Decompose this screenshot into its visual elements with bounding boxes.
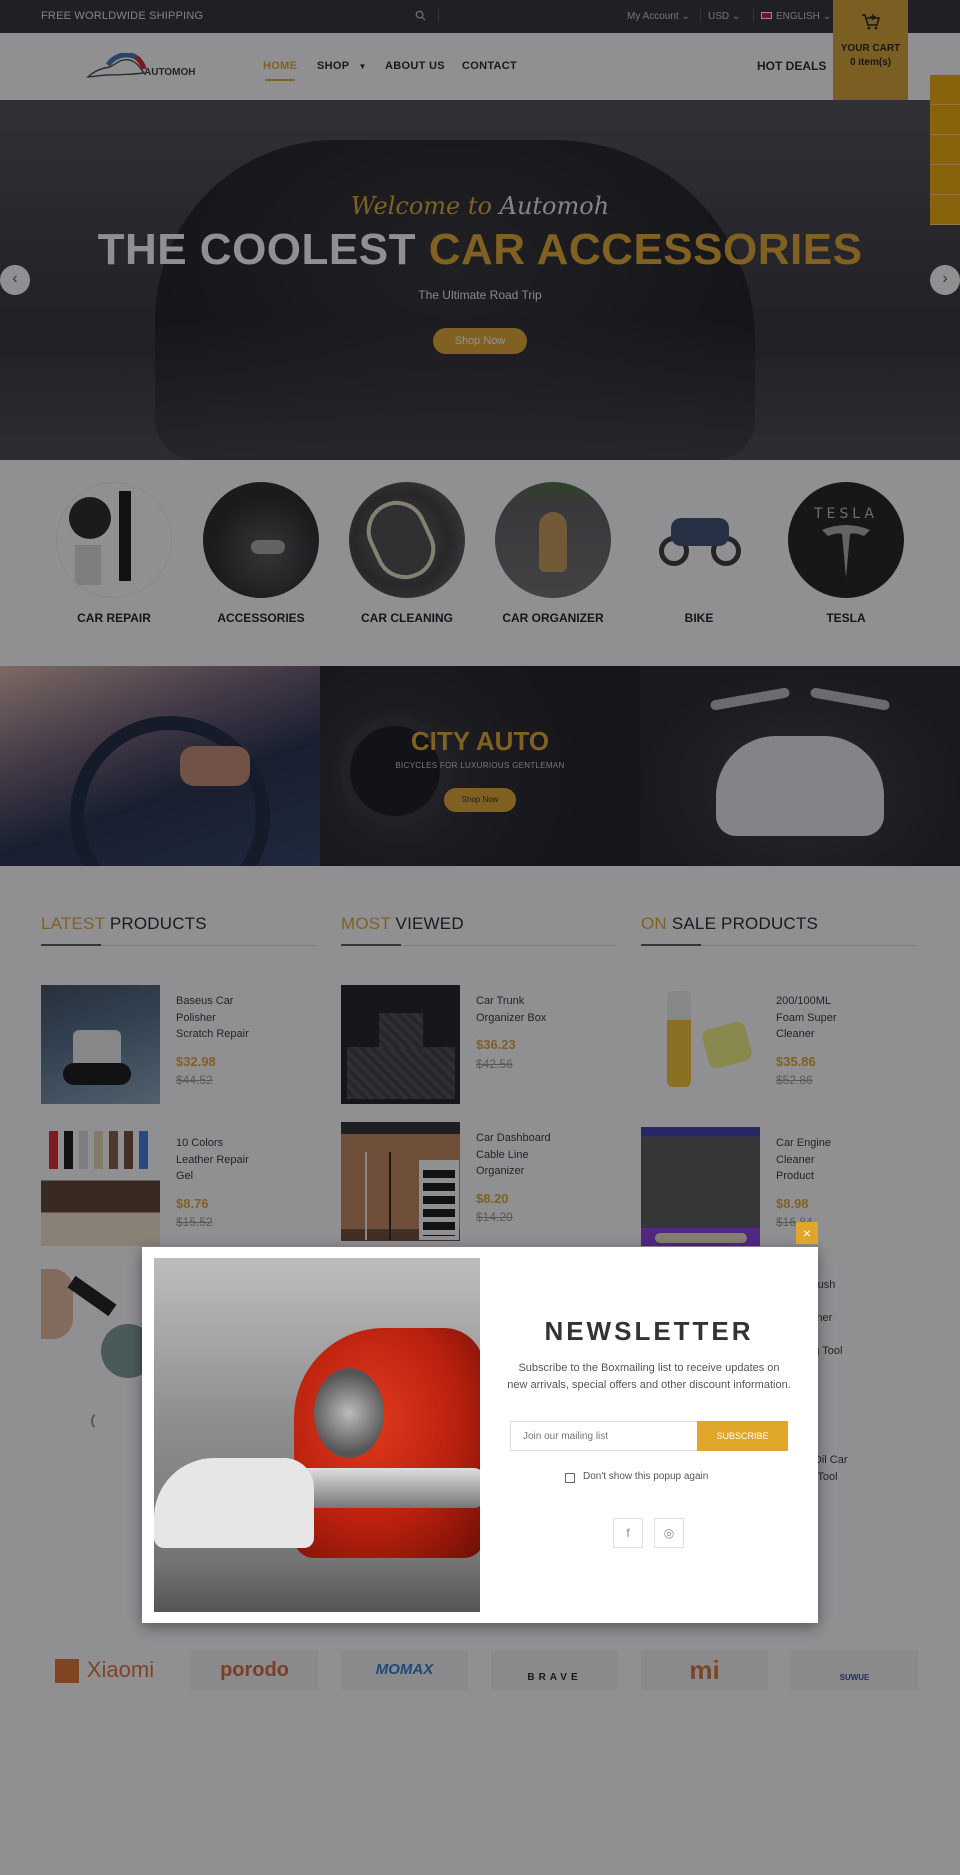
newsletter-modal: × NEWSLETTER Subscribe to the Boxmailing…	[142, 1222, 818, 1623]
dont-show-label[interactable]: Don't show this popup again	[583, 1471, 708, 1482]
facebook-icon[interactable]: f	[613, 1518, 643, 1548]
newsletter-title: NEWSLETTER	[544, 1316, 754, 1346]
newsletter-car-image	[154, 1258, 480, 1612]
subscribe-button[interactable]: SUBSCRIBE	[697, 1421, 788, 1451]
newsletter-description: Subscribe to the Boxmailing list to rece…	[507, 1362, 791, 1391]
dont-show-checkbox[interactable]	[565, 1473, 575, 1483]
close-icon[interactable]: ×	[796, 1222, 818, 1244]
newsletter-email-input[interactable]	[510, 1421, 698, 1451]
instagram-icon[interactable]: ◎	[654, 1518, 684, 1548]
